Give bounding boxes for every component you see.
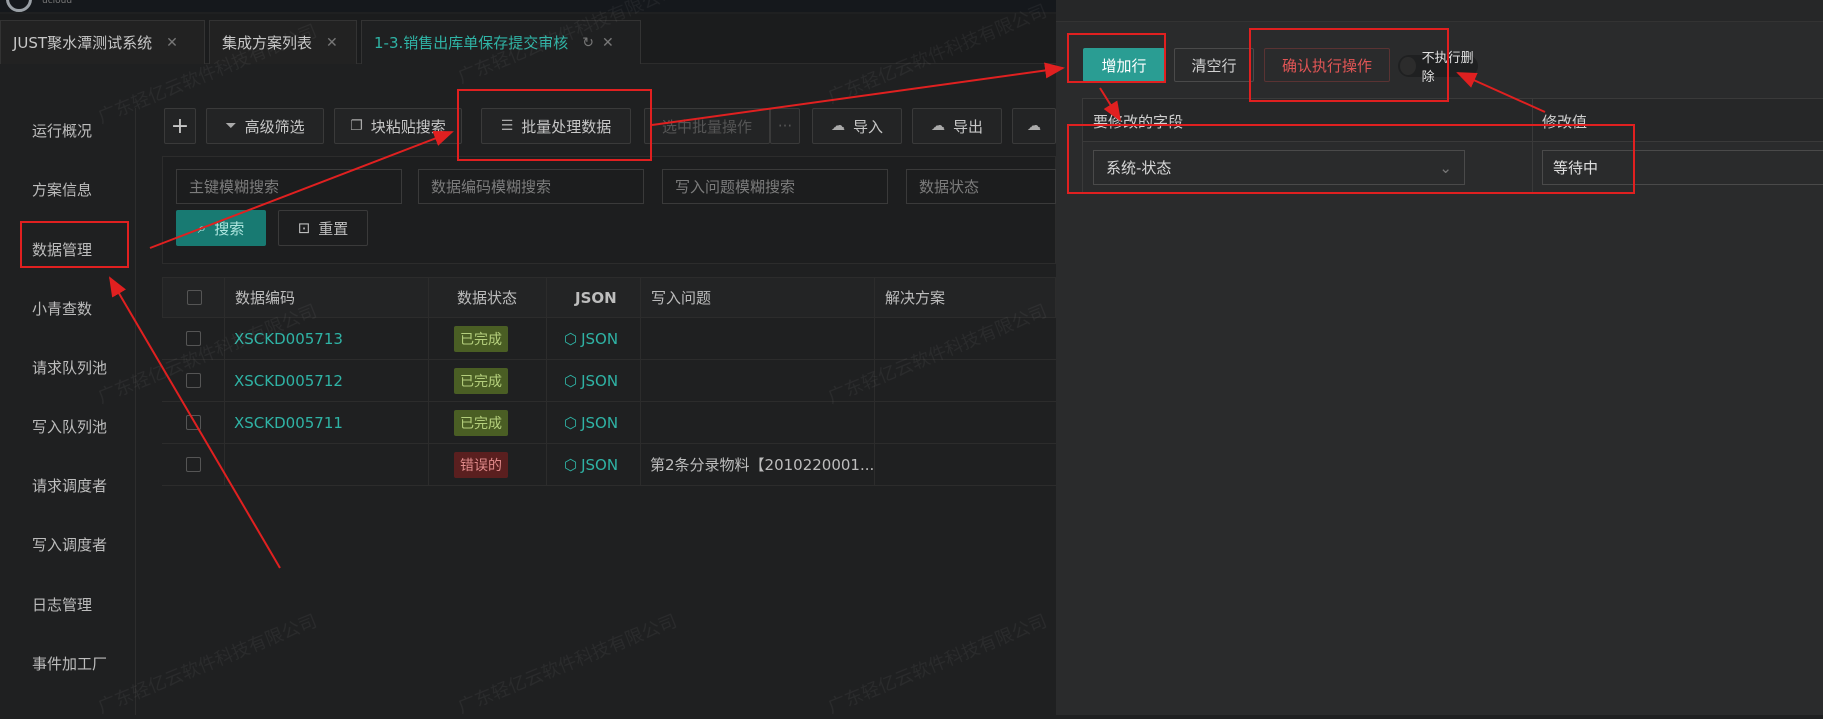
cube-icon: ⬡ [564,455,578,474]
status-badge: 错误的 [454,451,508,478]
json-link[interactable]: ⬡ JSON [564,444,618,485]
field-select[interactable]: 系统-状态 ⌄ [1093,150,1465,185]
data-code-search-input[interactable]: 数据编码模糊搜索 [418,169,644,204]
write-issue-cell: 第2条分录物料【2010220001... [650,456,875,474]
new-value-input[interactable]: 等待中 [1542,150,1823,185]
header-json: JSON [575,288,617,307]
column-divider [874,277,875,486]
reset-button[interactable]: ⊡ 重置 [278,210,368,246]
column-divider [640,277,641,486]
close-icon[interactable]: ✕ [326,35,338,51]
cloud-upload-icon: ☁ [830,118,845,134]
sidebar-item-event-factory[interactable]: 事件加工厂 [32,653,107,674]
json-link[interactable]: ⬡ JSON [564,318,618,359]
sidebar-item-request-scheduler[interactable]: 请求调度者 [32,475,107,496]
tab-bar: JUST聚水潭测试系统 ✕ 集成方案列表 ✕ 1-3.销售出库单保存提交审核 ↻… [0,14,1056,64]
data-table: 数据编码 数据状态 JSON 写入问题 解决方案 XSCKD005713 已完成… [162,277,1056,486]
edit-table-header: 要修改的字段 修改值 [1083,98,1823,142]
import-button[interactable]: ☁ 导入 [812,108,902,144]
row-checkbox[interactable] [186,331,201,346]
sidebar-item-log-management[interactable]: 日志管理 [32,594,92,615]
sidebar-item-write-queue[interactable]: 写入队列池 [32,416,107,437]
watermark: 广东轻亿云软件科技有限公司 [825,610,1050,718]
close-icon[interactable]: ✕ [166,35,178,51]
row-checkbox[interactable] [186,373,201,388]
column-divider [224,277,225,486]
table-row[interactable]: XSCKD005713 已完成 ⬡ JSON [162,318,1056,360]
no-delete-toggle[interactable]: 不执行删除 [1398,51,1478,85]
data-code-link[interactable]: XSCKD005713 [234,318,343,359]
header-solution: 解决方案 [885,289,946,307]
copy-icon: ❐ [350,118,363,134]
search-icon: ⌕ [197,219,207,237]
selected-batch-button[interactable]: 选中批量操作 [644,108,770,144]
top-bar [0,0,1056,12]
column-divider [428,277,429,486]
row-checkbox[interactable] [186,457,201,472]
cube-icon: ⬡ [564,371,578,390]
edit-fields-table: 要修改的字段 修改值 系统-状态 ⌄ 等待中 [1082,98,1823,193]
search-button[interactable]: ⌕ 搜索 [176,210,266,246]
column-divider [546,277,547,486]
table-header: 数据编码 数据状态 JSON 写入问题 解决方案 [162,277,1056,318]
toggle-knob [1400,57,1416,75]
cube-icon: ⬡ [564,329,578,348]
no-delete-label: 不执行删除 [1421,51,1474,85]
watermark: 广东轻亿云软件科技有限公司 [455,610,680,718]
sidebar-item-plan-info[interactable]: 方案信息 [32,179,92,200]
sidebar-item-data-management[interactable]: 数据管理 [32,239,92,260]
data-code-link[interactable]: XSCKD005712 [234,360,343,401]
status-badge: 已完成 [454,325,508,352]
data-code-link[interactable]: XSCKD005711 [234,402,343,443]
table-row[interactable]: XSCKD005711 已完成 ⬡ JSON [162,402,1056,444]
export-button[interactable]: ☁ 导出 [912,108,1002,144]
json-link[interactable]: ⬡ JSON [564,402,618,443]
header-data-status: 数据状态 [457,289,518,307]
logo-text: ucloud [42,0,73,6]
sidebar-item-xiaoqing-query[interactable]: 小青查数 [32,298,92,319]
row-checkbox[interactable] [186,415,201,430]
add-row-button[interactable]: 增加行 [1083,48,1165,82]
reset-icon: ⊡ [297,219,311,237]
sidebar-item-overview[interactable]: 运行概况 [32,120,92,141]
column-divider [1532,98,1533,193]
data-status-select[interactable]: 数据状态 [906,169,1056,204]
status-badge: 已完成 [454,409,508,436]
refresh-icon[interactable]: ↻ [582,35,594,51]
confirm-execute-button[interactable]: 确认执行操作 [1264,48,1390,82]
clear-rows-button[interactable]: 清空行 [1174,48,1254,82]
more-button[interactable]: ··· [770,108,800,144]
write-issue-search-input[interactable]: 写入问题模糊搜索 [662,169,888,204]
tab-sales-outbound[interactable]: 1-3.销售出库单保存提交审核 ↻ ✕ [361,20,641,64]
advanced-filter-button[interactable]: ⏷ 高级筛选 [206,108,324,144]
header-new-value: 修改值 [1542,113,1588,131]
cloud-sync-button[interactable]: ☁ [1012,108,1056,144]
table-row[interactable]: 错误的 ⬡ JSON 第2条分录物料【2010220001... [162,444,1056,486]
header-write-issue: 写入问题 [651,289,712,307]
status-badge: 已完成 [454,367,508,394]
filter-icon: ⏷ [225,118,237,134]
select-all-checkbox[interactable] [187,290,202,305]
close-icon[interactable]: ✕ [602,35,614,51]
add-button[interactable]: + [164,108,196,144]
block-paste-search-button[interactable]: ❐ 块粘贴搜索 [334,108,462,144]
drawer-header [1056,0,1823,22]
tab-integration-list[interactable]: 集成方案列表 ✕ [209,20,357,64]
cube-icon: ⬡ [564,413,578,432]
tab-just-system[interactable]: JUST聚水潭测试系统 ✕ [0,20,205,64]
batch-edit-drawer: 增加行 清空行 确认执行操作 不执行删除 要修改的字段 修改值 系统-状态 ⌄ … [1056,0,1823,715]
batch-process-button[interactable]: ☰ 批量处理数据 [481,108,631,144]
sidebar-item-request-queue[interactable]: 请求队列池 [32,357,107,378]
cloud-icon: ☁ [1027,118,1041,134]
json-link[interactable]: ⬡ JSON [564,360,618,401]
header-field-to-edit: 要修改的字段 [1093,113,1184,131]
table-row[interactable]: XSCKD005712 已完成 ⬡ JSON [162,360,1056,402]
primary-key-search-input[interactable]: 主键模糊搜索 [176,169,402,204]
header-data-code: 数据编码 [235,289,296,307]
list-indent-icon: ☰ [500,118,514,134]
cloud-download-icon: ☁ [930,118,945,134]
sidebar-item-write-scheduler[interactable]: 写入调度者 [32,534,107,555]
chevron-down-icon: ⌄ [1439,158,1452,177]
